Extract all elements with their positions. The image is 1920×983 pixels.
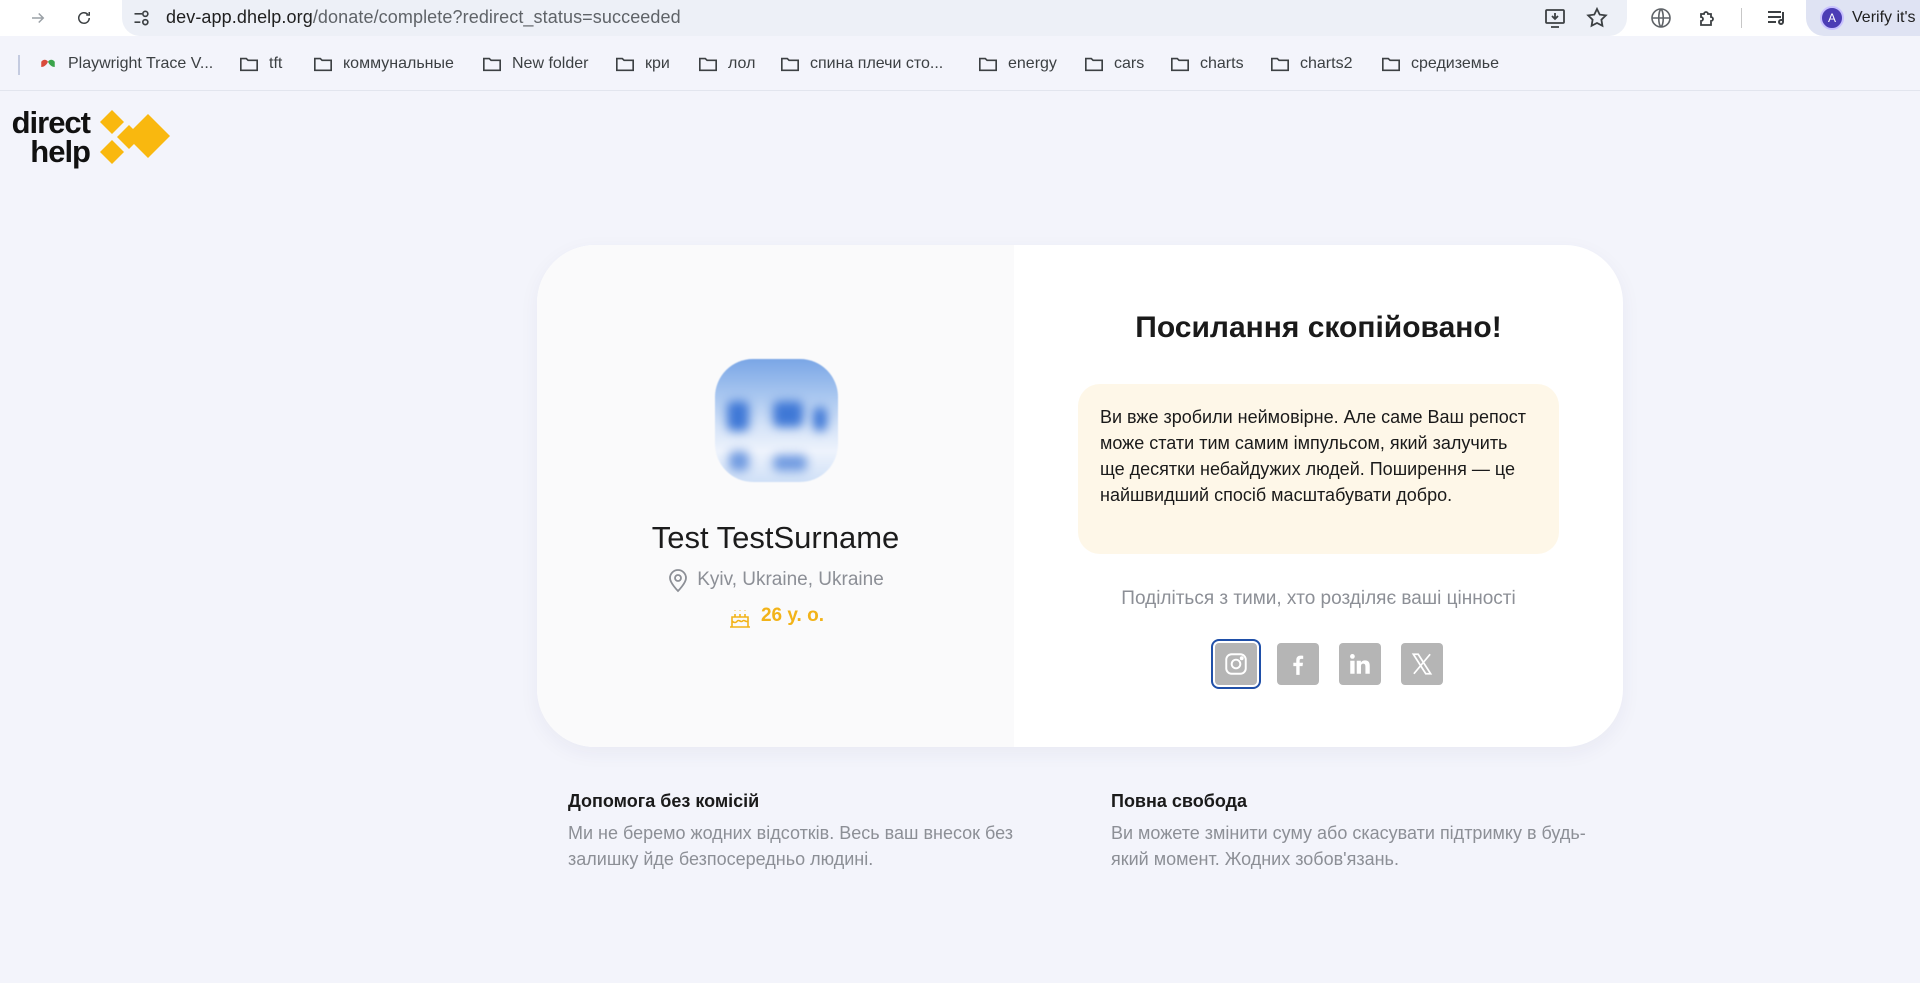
share-instagram-button[interactable] [1214,643,1257,685]
social-share-buttons [1014,643,1623,685]
recipient-photo [715,359,838,482]
bookmark-folder-new-folder[interactable]: New folder [482,46,588,82]
donation-complete-card: Test TestSurname Kyiv, Ukraine, Ukraine … [537,245,1623,747]
bookmarks-bar: Playwright Trace V... tft коммунальные N… [0,46,1920,82]
logo-wordmark: direct help [0,105,91,169]
profile-chip-label: Verify it's [1852,9,1916,26]
extensions-puzzle-icon[interactable] [1696,6,1720,30]
folder-icon [781,57,799,72]
share-encouragement-note: Ви вже зробили неймовірне. Але саме Ваш … [1078,384,1559,554]
bookmark-label: tft [269,55,283,72]
bookmark-label: cars [1114,55,1145,72]
location-pin-icon [669,569,688,593]
feature-no-fees: Допомога без комісій Ми не беремо жодних… [568,791,1058,872]
folder-icon [979,57,997,72]
share-facebook-button[interactable] [1276,643,1319,685]
bookmark-label: лол [728,55,756,72]
bookmark-folder-kommunalnye[interactable]: коммунальные [313,46,454,82]
share-linkedin-button[interactable] [1338,643,1381,685]
logo-line-2: help [30,134,91,169]
bookmark-folder-charts2[interactable]: charts2 [1270,46,1352,82]
share-x-button[interactable] [1400,643,1443,685]
chrome-divider [0,90,1920,91]
bookmark-folder-energy[interactable]: energy [978,46,1057,82]
folder-icon [699,57,717,72]
profile-chip[interactable]: A Verify it's [1806,0,1920,36]
folder-icon [314,57,332,72]
feature-text: Ми не беремо жодних відсотків. Весь ваш … [568,823,1014,869]
bookmark-folder-charts[interactable]: charts [1170,46,1244,82]
logo-diamonds-icon [100,110,170,164]
translate-globe-icon[interactable] [1649,6,1673,30]
share-hint: Поділіться з тими, хто розділяє ваші цін… [1121,588,1516,609]
bookmark-folder-lol[interactable]: лол [698,46,755,82]
bookmark-label: charts2 [1300,55,1353,72]
bookmark-label: Playwright Trace V... [68,55,214,72]
folder-icon [1271,57,1289,72]
bookmark-folder-kri[interactable]: кри [615,46,670,82]
bookmark-star-icon[interactable] [1585,6,1609,30]
bookmark-folder-spina[interactable]: спина плечи сто... [780,46,943,82]
toolbar-separator-2 [1741,8,1742,28]
recipient-location: Kyiv, Ukraine, Ukraine [537,567,1014,593]
site-settings-icon[interactable] [132,8,152,28]
bookmark-label: спина плечи сто... [810,55,944,72]
bookmark-folder-cars[interactable]: cars [1084,46,1144,82]
bookmark-folder-tft[interactable]: tft [239,46,282,82]
instagram-icon [1224,653,1247,675]
arrow-right-icon [32,12,45,24]
folder-icon [616,57,634,72]
folder-icon [1171,57,1189,72]
bookmark-label: New folder [512,55,589,72]
profile-avatar: A [1820,6,1844,30]
bookmark-label: коммунальные [343,55,454,72]
bookmark-label: energy [1008,55,1057,72]
install-app-icon[interactable] [1543,6,1567,30]
bookmark-label: charts [1200,55,1244,72]
birthday-cake-icon [729,610,750,628]
facebook-icon [1292,655,1303,675]
logo-line-1: direct [11,105,91,140]
folder-icon [483,57,501,72]
age-text: 26 y. o. [760,605,824,626]
reload-icon [78,12,90,24]
feature-title: Допомога без комісій [568,791,760,811]
folder-icon [1382,57,1400,72]
feature-text: Ви можете змінити суму або скасувати під… [1111,823,1586,869]
recipient-name: Test TestSurname [651,520,900,555]
location-text: Kyiv, Ukraine, Ukraine [697,569,884,590]
playwright-icon [41,59,55,67]
bookmark-playwright[interactable]: Playwright Trace V... [38,46,213,82]
url-host: dev-app.dhelp.org [166,7,313,27]
feature-title: Повна свобода [1111,791,1248,811]
folder-icon [1085,57,1103,72]
x-icon [1411,653,1432,675]
url-text[interactable]: dev-app.dhelp.org/donate/complete?redire… [166,7,681,28]
share-panel: Посилання скопійовано! Ви вже зробили не… [1014,245,1623,747]
bookmark-label: средиземье [1411,55,1500,72]
folder-icon [240,57,258,72]
feature-full-freedom: Повна свобода Ви можете змінити суму або… [1111,791,1601,872]
reload-button[interactable] [70,4,98,32]
link-copied-title: Посилання скопійовано! [1135,311,1502,344]
bookmark-label: кри [645,55,670,72]
browser-toolbar: dev-app.dhelp.org/donate/complete?redire… [0,0,1920,36]
reading-list-icon[interactable] [1765,6,1789,30]
direct-help-logo[interactable]: direct help [0,105,175,169]
recipient-age: 26 y. o. [537,603,1014,629]
url-path: /donate/complete?redirect_status=succeed… [312,7,681,27]
linkedin-icon [1349,654,1370,674]
bookmark-folder-sredizemye[interactable]: средиземье [1381,46,1499,82]
recipient-panel: Test TestSurname Kyiv, Ukraine, Ukraine … [537,245,1014,747]
address-bar[interactable]: dev-app.dhelp.org/donate/complete?redire… [122,0,1627,36]
forward-button[interactable] [24,4,52,32]
